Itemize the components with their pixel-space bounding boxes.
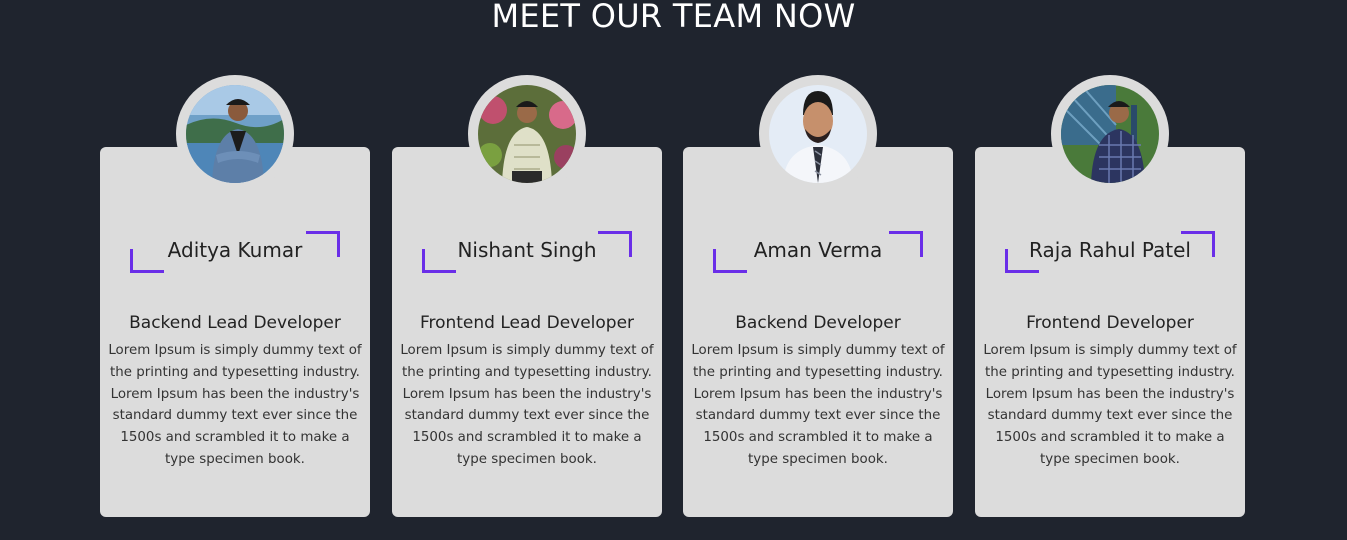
avatar [478,85,576,183]
avatar [769,85,867,183]
team-card: Nishant Singh Frontend Lead Developer Lo… [392,75,662,517]
name-frame: Nishant Singh [422,231,632,273]
team-card: Aditya Kumar Backend Lead Developer Lore… [100,75,370,517]
avatar-frame [176,75,294,193]
member-role: Backend Lead Developer [129,313,341,333]
avatar-frame [759,75,877,193]
member-role: Backend Developer [735,313,901,333]
member-description: Lorem Ipsum is simply dummy text of the … [108,343,362,467]
avatar [1061,85,1159,183]
team-card: Raja Rahul Patel Frontend Developer Lore… [975,75,1245,517]
member-name: Aman Verma [753,238,883,262]
member-role: Frontend Developer [1026,313,1194,333]
member-role: Frontend Lead Developer [419,313,635,333]
name-frame: Aman Verma [713,231,923,273]
member-name: Nishant Singh [457,238,597,262]
member-name: Raja Rahul Patel [1029,238,1191,262]
name-frame: Raja Rahul Patel [1005,231,1215,273]
name-frame: Aditya Kumar [130,231,340,273]
avatar-frame [1051,75,1169,193]
member-name: Aditya Kumar [167,238,303,262]
section-title: MEET OUR TEAM NOW [491,0,856,35]
avatar [186,85,284,183]
member-description: Lorem Ipsum is simply dummy text of the … [400,343,654,467]
member-description: Lorem Ipsum is simply dummy text of the … [983,343,1237,467]
team-card: Aman Verma Backend Developer Lorem Ipsum… [683,75,953,517]
avatar-frame [468,75,586,193]
member-description: Lorem Ipsum is simply dummy text of the … [691,343,945,467]
team-section: MEET OUR TEAM NOW Aditya Kumar Backend L… [0,0,1347,540]
